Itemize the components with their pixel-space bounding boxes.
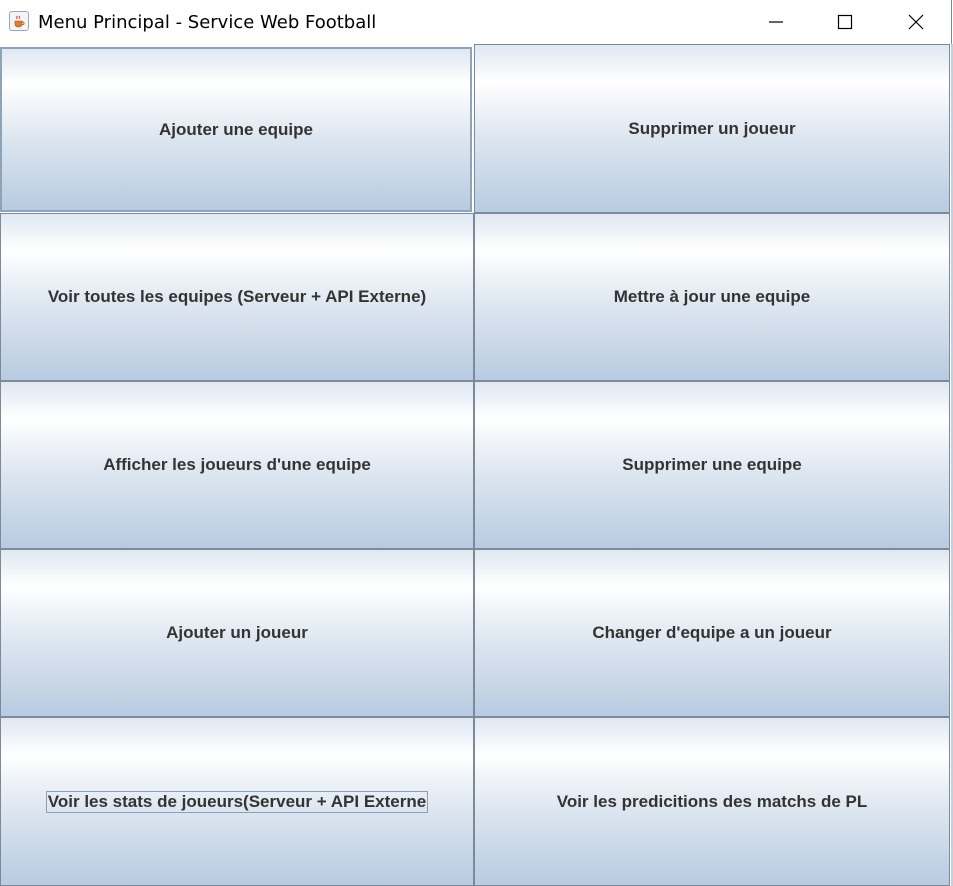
title-bar[interactable]: Menu Principal - Service Web Football [0, 0, 951, 44]
afficher-joueurs-button[interactable]: Afficher les joueurs d'une equipe [0, 381, 474, 549]
ajouter-joueur-button[interactable]: Ajouter un joueur [0, 549, 474, 717]
button-label: Supprimer une equipe [622, 455, 802, 474]
voir-predictions-button[interactable]: Voir les predicitions des matchs de PL [474, 717, 950, 886]
supprimer-equipe-button[interactable]: Supprimer une equipe [474, 381, 950, 549]
close-button[interactable] [881, 0, 951, 44]
button-label: Changer d'equipe a un joueur [592, 623, 832, 642]
menu-grid: Ajouter une equipe Supprimer un joueur V… [0, 44, 951, 886]
maximize-button[interactable] [810, 0, 880, 44]
button-label: Voir les stats de joueurs(Serveur + API … [45, 790, 429, 813]
mettre-a-jour-equipe-button[interactable]: Mettre à jour une equipe [474, 213, 950, 381]
maximize-icon [837, 14, 853, 30]
button-label: Ajouter une equipe [159, 119, 313, 139]
voir-equipes-button[interactable]: Voir toutes les equipes (Serveur + API E… [0, 213, 474, 381]
main-window: Menu Principal - Service Web Football Aj… [0, 0, 952, 886]
supprimer-joueur-button[interactable]: Supprimer un joueur [474, 44, 950, 213]
voir-stats-joueurs-button[interactable]: Voir les stats de joueurs(Serveur + API … [0, 717, 474, 886]
button-label: Voir toutes les equipes (Serveur + API E… [47, 287, 427, 306]
button-label: Mettre à jour une equipe [613, 287, 811, 306]
button-label: Supprimer un joueur [628, 118, 796, 138]
java-cup-icon[interactable] [9, 11, 29, 31]
minimize-icon [769, 21, 783, 23]
button-label: Ajouter un joueur [166, 623, 308, 642]
minimize-button[interactable] [741, 0, 811, 44]
close-icon [908, 14, 924, 30]
button-label: Afficher les joueurs d'une equipe [103, 455, 371, 474]
window-title: Menu Principal - Service Web Football [38, 12, 377, 33]
changer-equipe-joueur-button[interactable]: Changer d'equipe a un joueur [474, 549, 950, 717]
ajouter-equipe-button[interactable]: Ajouter une equipe [0, 47, 472, 212]
button-label: Voir les predicitions des matchs de PL [556, 791, 868, 811]
